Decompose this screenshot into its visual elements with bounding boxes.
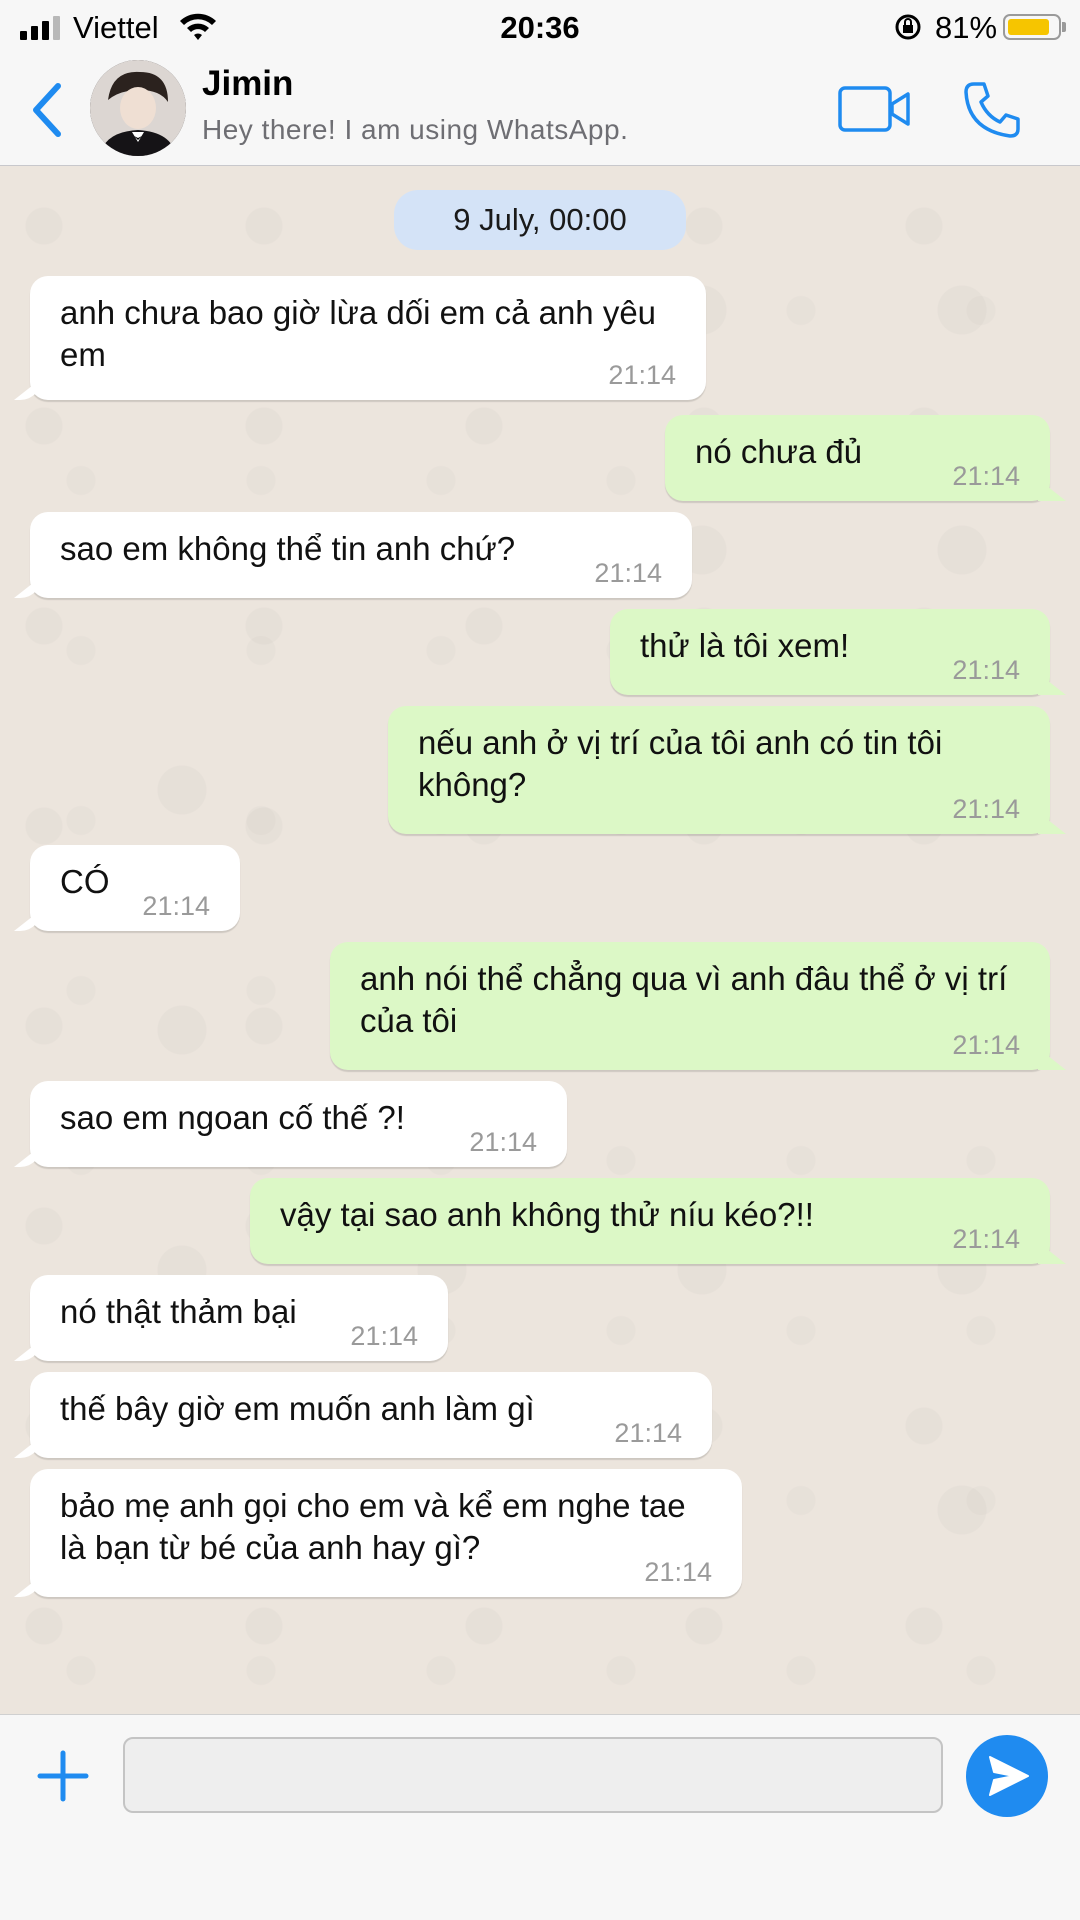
message-text: sao em không thể tin anh chứ? [60,530,516,567]
message-time: 21:14 [469,1127,537,1157]
message-text: vậy tại sao anh không thử níu kéo?!! [280,1196,814,1233]
message-bubble-incoming[interactable]: thế bây giờ em muốn anh làm gì 21:14 [30,1372,712,1458]
status-bar: Viettel 20:36 81% [0,0,1080,54]
contact-name[interactable]: Jimin [202,64,293,104]
message-input[interactable] [123,1737,943,1813]
message-bubble-outgoing[interactable]: vậy tại sao anh không thử níu kéo?!! 21:… [250,1178,1050,1264]
contact-status[interactable]: Hey there! I am using WhatsApp. [202,114,628,146]
message-bubble-outgoing[interactable]: nếu anh ở vị trí của tôi anh có tin tôi … [388,706,1050,834]
send-button[interactable] [966,1735,1048,1817]
message-time: 21:14 [608,360,676,390]
battery-tip [1062,22,1066,32]
message-text: sao em ngoan cố thế ?! [60,1099,405,1136]
message-time: 21:14 [594,558,662,588]
message-text: bảo mẹ anh gọi cho em và kể em nghe tae … [60,1487,686,1566]
rotation-lock-icon [895,14,921,40]
video-camera-icon[interactable] [838,84,912,134]
message-time: 21:14 [952,1030,1020,1060]
message-bubble-incoming[interactable]: sao em ngoan cố thế ?! 21:14 [30,1081,567,1167]
message-time: 21:14 [614,1418,682,1448]
date-separator: 9 July, 00:00 [394,190,686,250]
message-text: anh chưa bao giờ lừa dối em cả anh yêu e… [60,294,657,373]
message-time: 21:14 [644,1557,712,1587]
message-bubble-outgoing[interactable]: nó chưa đủ 21:14 [665,415,1050,501]
avatar[interactable] [90,60,186,156]
message-composer [0,1714,1080,1920]
battery-icon [1003,14,1061,40]
battery-percent: 81% [935,10,998,45]
send-icon [989,1756,1029,1796]
message-time: 21:14 [142,891,210,921]
message-bubble-incoming[interactable]: nó thật thảm bại 21:14 [30,1275,448,1361]
message-bubble-incoming[interactable]: bảo mẹ anh gọi cho em và kể em nghe tae … [30,1469,742,1597]
message-time: 21:14 [952,461,1020,491]
phone-icon[interactable] [960,78,1024,142]
message-time: 21:14 [952,1224,1020,1254]
chat-header: Jimin Hey there! I am using WhatsApp. [0,54,1080,166]
message-bubble-incoming[interactable]: anh chưa bao giờ lừa dối em cả anh yêu e… [30,276,706,400]
message-bubble-outgoing[interactable]: anh nói thể chẳng qua vì anh đâu thể ở v… [330,942,1050,1070]
message-bubble-incoming[interactable]: CÓ 21:14 [30,845,240,931]
message-bubble-incoming[interactable]: sao em không thể tin anh chứ? 21:14 [30,512,692,598]
message-time: 21:14 [952,655,1020,685]
message-bubble-outgoing[interactable]: thử là tôi xem! 21:14 [610,609,1050,695]
message-time: 21:14 [952,794,1020,824]
chat-area[interactable]: 9 July, 00:00 anh chưa bao giờ lừa dối e… [0,166,1080,1714]
chevron-left-icon[interactable] [26,78,66,142]
message-text: nếu anh ở vị trí của tôi anh có tin tôi … [418,724,943,803]
plus-icon[interactable] [36,1749,90,1803]
message-text: thế bây giờ em muốn anh làm gì [60,1390,535,1427]
message-text: anh nói thể chẳng qua vì anh đâu thể ở v… [360,960,1008,1039]
message-time: 21:14 [350,1321,418,1351]
